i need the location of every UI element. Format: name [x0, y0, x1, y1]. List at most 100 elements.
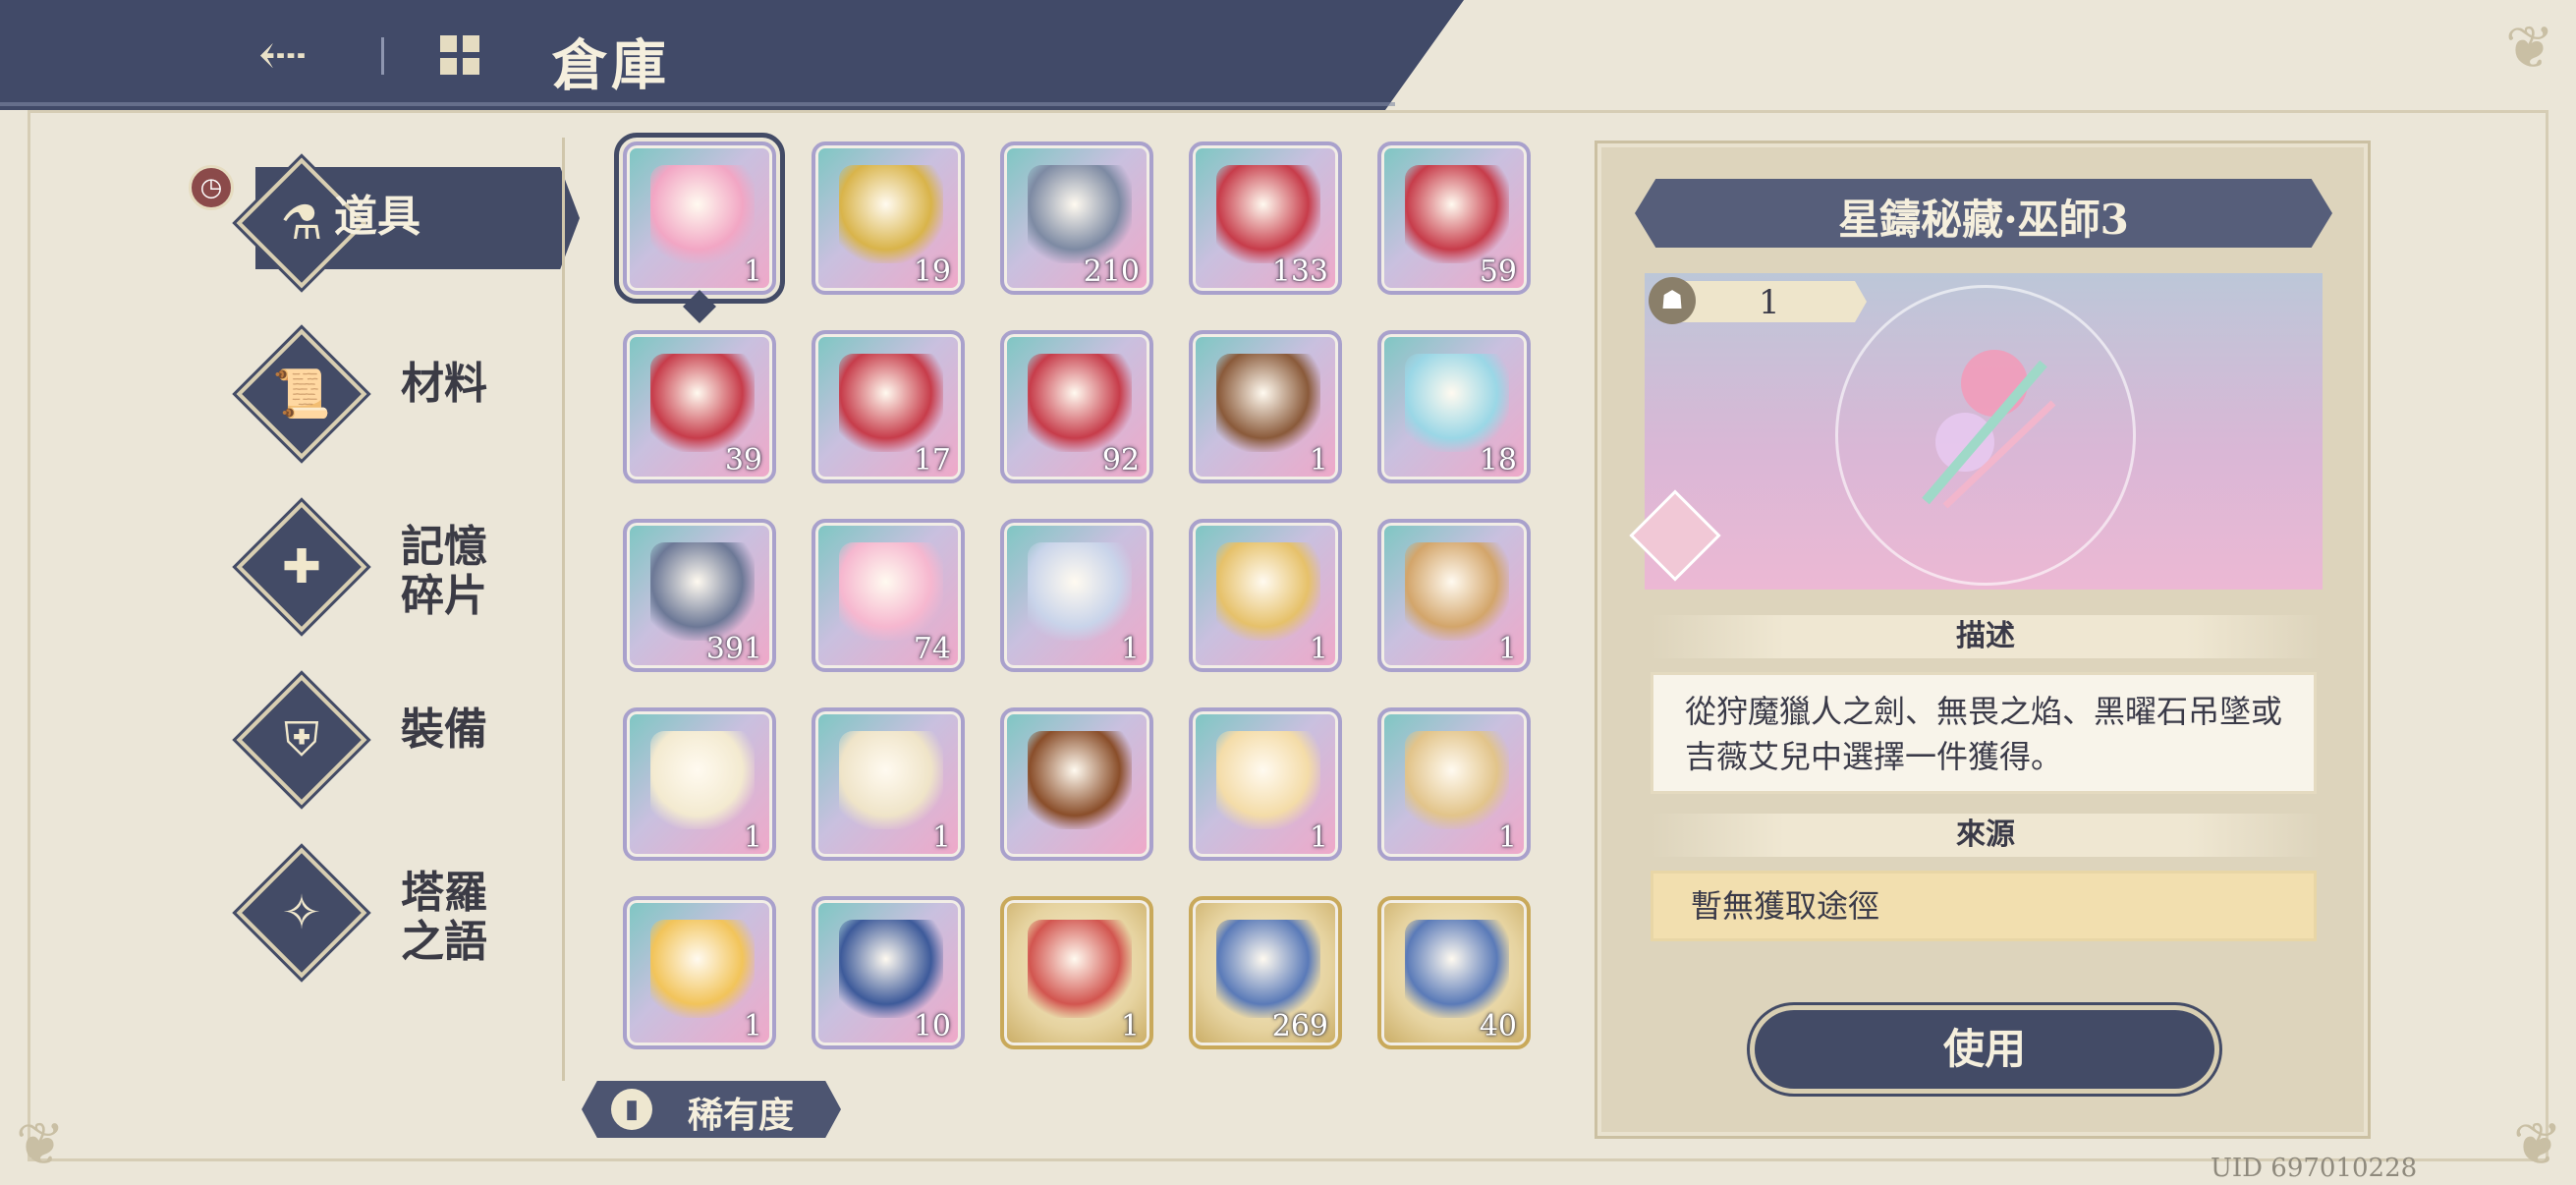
octopus-shell-icon	[1028, 920, 1132, 1018]
red-chest-icon	[1405, 165, 1509, 263]
inventory-slot[interactable]: 10	[812, 896, 965, 1049]
inventory-slot[interactable]: 1	[623, 896, 776, 1049]
top-bar-trim	[0, 102, 1395, 106]
ornament-corner-icon: ❦	[2504, 14, 2555, 83]
inventory-slot[interactable]: 92	[1000, 330, 1153, 483]
black-gold-chest-icon	[839, 165, 943, 263]
item-quantity: 133	[1271, 254, 1328, 289]
item-quantity: 391	[705, 632, 762, 666]
red-letter-icon	[1405, 542, 1509, 641]
item-quantity: 1	[1497, 632, 1517, 666]
flame-feather-icon	[650, 920, 755, 1018]
item-quantity: 59	[1479, 254, 1517, 289]
inventory-slot[interactable]: 210	[1000, 141, 1153, 295]
sidebar-item-items[interactable]: ⚗ 道具	[187, 157, 599, 289]
inventory-slot[interactable]: 133	[1189, 141, 1342, 295]
user-id: UID 697010228	[2211, 1154, 2418, 1183]
item-quantity: 1	[1309, 632, 1328, 666]
red-chest-icon	[1216, 165, 1320, 263]
inventory-slot[interactable]	[1000, 707, 1153, 861]
inventory-slot[interactable]: 1	[623, 707, 776, 861]
inventory-slot[interactable]: 1	[614, 133, 785, 304]
inventory-slot[interactable]: 39	[623, 330, 776, 483]
item-quantity: 1	[743, 1009, 762, 1044]
inventory-slot[interactable]: 1	[1377, 519, 1531, 672]
item-quantity: 1	[1309, 443, 1328, 478]
item-quantity: 17	[913, 443, 951, 478]
use-button[interactable]: 使用	[1755, 1010, 2214, 1089]
item-quantity: 1	[1497, 820, 1517, 855]
page-title: 倉庫	[552, 33, 670, 98]
description-heading: 描述	[1651, 615, 2321, 658]
item-quantity: 1	[1120, 632, 1140, 666]
inventory-slot[interactable]: 391	[623, 519, 776, 672]
item-source: 暫無獲取途徑	[1651, 871, 2317, 941]
bell-card-icon	[1028, 542, 1132, 641]
sidebar-item-label: 裝備	[401, 705, 487, 755]
inventory-slot[interactable]: 1	[1189, 330, 1342, 483]
sidebar-item-label: 道具	[334, 192, 420, 242]
ornate-book-icon	[1028, 731, 1132, 829]
pink-crest-icon	[839, 542, 943, 641]
inventory-slot[interactable]: 74	[812, 519, 965, 672]
warehouse-icon	[440, 35, 479, 75]
inventory-slot[interactable]: 18	[1377, 330, 1531, 483]
inventory-slot[interactable]: 1	[1377, 707, 1531, 861]
inventory-slot[interactable]: 40	[1377, 896, 1531, 1049]
tarot-icon: ✧	[281, 885, 322, 940]
red-chest-icon	[1028, 354, 1132, 452]
portrait-frame-icon	[1216, 354, 1320, 452]
top-bar	[0, 0, 1464, 110]
item-quantity: 269	[1271, 1009, 1328, 1044]
sidebar-item-materials[interactable]: 📜 材料	[187, 328, 599, 460]
item-quantity: 1	[1309, 820, 1328, 855]
grail-card-icon	[839, 920, 943, 1018]
item-quantity: 74	[913, 632, 951, 666]
inventory-slot[interactable]: 1	[1189, 707, 1342, 861]
sidebar-item-equipment[interactable]: ⛨ 裝備	[187, 674, 599, 806]
potion-icon: ⚗	[280, 196, 323, 251]
crystal-box-icon	[1028, 165, 1132, 263]
scroll-icon: 📜	[272, 367, 331, 422]
blue-chest-icon	[1216, 920, 1320, 1018]
item-quantity: 10	[913, 1009, 951, 1044]
ornament-corner-icon: ❦	[15, 1110, 66, 1179]
item-quantity: 1	[743, 254, 762, 289]
ornament-corner-icon: ❦	[2512, 1110, 2563, 1179]
sidebar-item-memory-fragments[interactable]: ✚ 記憶 碎片	[187, 501, 599, 633]
inventory-slot[interactable]: 1	[812, 707, 965, 861]
green-letter-icon	[650, 731, 755, 829]
inventory-slot[interactable]: 1	[1189, 519, 1342, 672]
blue-chest-icon	[1405, 920, 1509, 1018]
item-quantity: 1	[931, 820, 951, 855]
bag-icon: ☗	[1649, 277, 1696, 324]
owned-count: 1	[1759, 283, 1780, 322]
item-quantity: 18	[1479, 443, 1517, 478]
item-quantity: 19	[913, 254, 951, 289]
item-quantity: 92	[1101, 443, 1140, 478]
red-chest-icon	[650, 354, 755, 452]
weapon-bundle-icon	[1922, 350, 2056, 509]
item-description: 從狩魔獵人之劍、無畏之焰、黑曜石吊墜或吉薇艾兒中選擇一件獲得。	[1651, 672, 2317, 794]
feather-scroll-icon	[1216, 731, 1320, 829]
quill-letter-icon	[839, 731, 943, 829]
sidebar-item-label: 塔羅 之語	[401, 868, 487, 967]
crystal-laurel-icon	[1216, 542, 1320, 641]
source-heading: 來源	[1651, 814, 2321, 857]
puzzle-icon: ✚	[281, 539, 322, 594]
inventory-slot[interactable]: 269	[1189, 896, 1342, 1049]
item-quantity: 210	[1083, 254, 1140, 289]
inventory-slot[interactable]: 59	[1377, 141, 1531, 295]
back-arrow-icon[interactable]: ⇠	[244, 20, 322, 90]
weapon-bundle-icon	[650, 165, 755, 263]
item-quantity: 39	[724, 443, 762, 478]
inventory-slot[interactable]: 19	[812, 141, 965, 295]
jewel-box-icon	[650, 542, 755, 641]
inventory-slot[interactable]: 1	[1000, 519, 1153, 672]
bar-chart-icon: ▮	[611, 1089, 652, 1130]
item-title: 星鑄秘藏·巫師3	[1838, 196, 2129, 244]
sidebar-item-tarot[interactable]: ✧ 塔羅 之語	[187, 847, 599, 979]
lantern-feather-icon	[1405, 731, 1509, 829]
inventory-slot[interactable]: 1	[1000, 896, 1153, 1049]
inventory-slot[interactable]: 17	[812, 330, 965, 483]
